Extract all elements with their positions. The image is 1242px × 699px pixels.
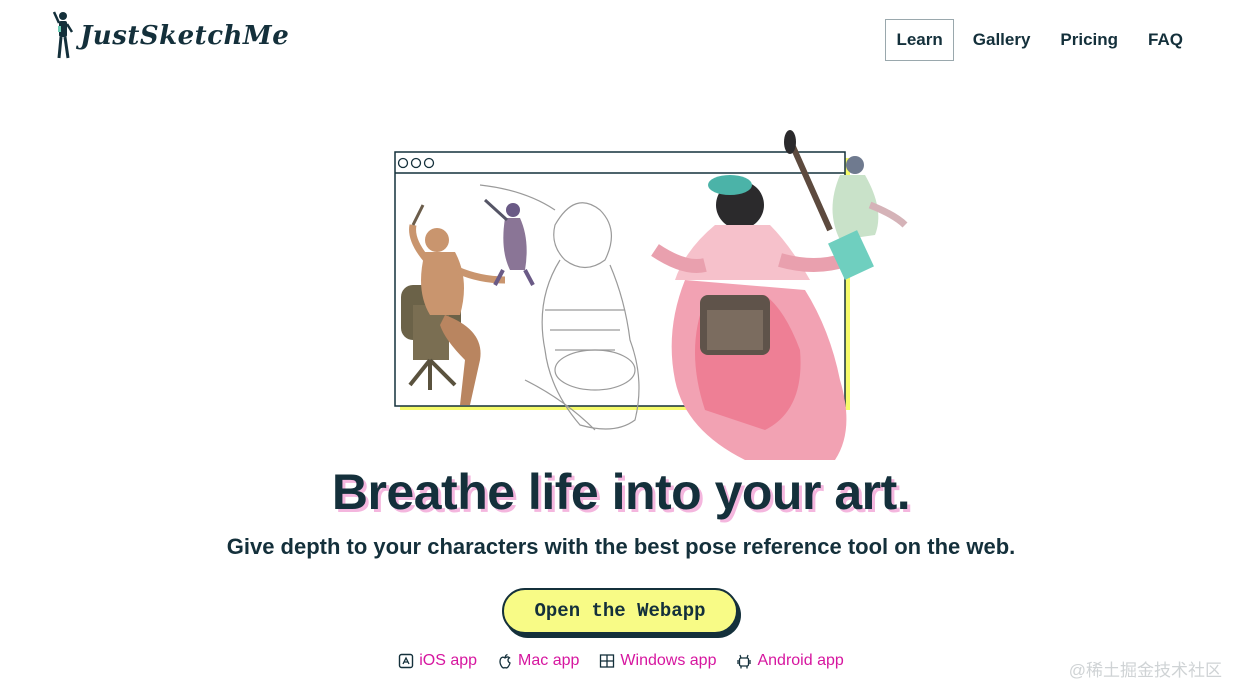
window-dot-2 bbox=[410, 157, 422, 169]
app-store-icon bbox=[399, 653, 414, 669]
logo-text: JustSketchMe bbox=[80, 21, 290, 51]
nav-pricing[interactable]: Pricing bbox=[1049, 19, 1129, 61]
nav-gallery[interactable]: Gallery bbox=[962, 19, 1042, 61]
nav-faq[interactable]: FAQ bbox=[1137, 19, 1194, 61]
mac-app-label: Mac app bbox=[518, 652, 580, 669]
nav-learn[interactable]: Learn bbox=[885, 19, 954, 61]
logo[interactable]: JustSketchMe bbox=[52, 10, 289, 60]
android-icon bbox=[737, 654, 752, 669]
windows-icon bbox=[600, 654, 615, 668]
window-dot-3 bbox=[423, 157, 435, 169]
main-nav: Learn Gallery Pricing FAQ bbox=[885, 19, 1194, 61]
open-webapp-button[interactable]: Open the Webapp bbox=[502, 588, 738, 634]
watermark: @稀土掘金技术社区 bbox=[1068, 661, 1222, 680]
android-app-link[interactable]: Android app bbox=[736, 652, 844, 670]
ios-app-link[interactable]: iOS app bbox=[398, 652, 477, 670]
hero-headline: Breathe life into your art. bbox=[331, 464, 911, 520]
android-app-label: Android app bbox=[757, 652, 844, 669]
hero-illustration bbox=[385, 130, 915, 470]
windows-app-label: Windows app bbox=[620, 652, 717, 669]
apple-icon bbox=[499, 653, 511, 669]
ios-app-label: iOS app bbox=[419, 652, 478, 669]
window-dot-1 bbox=[397, 157, 409, 169]
app-links: iOS app Mac app Windows app Android app bbox=[0, 652, 1242, 670]
mac-app-link[interactable]: Mac app bbox=[497, 652, 579, 670]
windows-app-link[interactable]: Windows app bbox=[599, 652, 716, 670]
hero-subheadline: Give depth to your characters with the b… bbox=[226, 534, 1016, 559]
logo-figure-icon bbox=[52, 11, 74, 59]
